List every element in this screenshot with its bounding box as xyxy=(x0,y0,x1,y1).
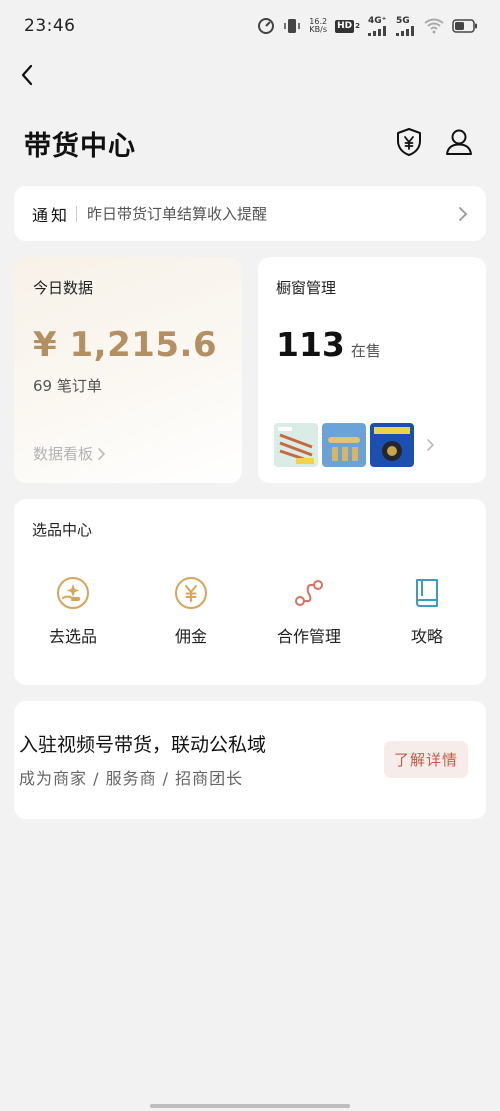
select-item-label: 攻略 xyxy=(410,627,443,646)
dashboard-link[interactable]: 数据看板 xyxy=(33,443,106,464)
net-speed-unit: KB/s xyxy=(309,25,327,34)
window-count: 113 在售 xyxy=(276,325,381,364)
select-item-label: 去选品 xyxy=(48,627,97,646)
profile-button[interactable] xyxy=(442,125,476,159)
signal-icon xyxy=(368,25,386,36)
window-title: 橱窗管理 xyxy=(276,279,337,297)
speedometer-icon xyxy=(257,17,275,35)
select-item-guide[interactable]: 攻略 xyxy=(368,575,486,647)
select-center-card: 选品中心 去选品 佣金 合作管理 攻略 xyxy=(14,499,486,685)
today-data-title: 今日数据 xyxy=(33,279,94,297)
signal-4g: 4G⁺ xyxy=(368,15,388,36)
chevron-right-icon xyxy=(426,438,435,452)
notice-bar[interactable]: 通知 昨日带货订单结算收入提醒 xyxy=(14,186,486,241)
select-item-label: 佣金 xyxy=(174,627,207,646)
shield-yuan-icon xyxy=(397,128,421,156)
status-icons: 16.2 KB/s HD 2 4G⁺ 5G xyxy=(257,15,478,36)
hd-sub: 2 xyxy=(355,21,360,30)
network-5g-label: 5G xyxy=(396,15,410,26)
net-speed: 16.2 KB/s xyxy=(309,18,327,34)
home-indicator[interactable] xyxy=(150,1104,350,1108)
wifi-icon xyxy=(424,18,444,34)
select-item-choose-products[interactable]: 去选品 xyxy=(14,575,132,647)
join-subtitle: 成为商家 / 服务商 / 招商团长 xyxy=(19,769,244,788)
select-item-label: 合作管理 xyxy=(276,627,341,646)
select-item-commission[interactable]: 佣金 xyxy=(132,575,250,647)
product-thumbnails xyxy=(274,423,435,467)
vibrate-icon xyxy=(283,17,301,35)
shield-button[interactable] xyxy=(392,125,426,159)
today-amount: ¥ 1,215.6 xyxy=(33,325,218,365)
hd-badge: HD xyxy=(335,19,355,33)
chevron-right-icon xyxy=(458,206,468,222)
window-management-card[interactable]: 橱窗管理 113 在售 xyxy=(258,257,486,483)
learn-more-button[interactable]: 了解详情 xyxy=(384,741,468,778)
chevron-right-icon xyxy=(98,447,106,460)
today-orders: 69 笔订单 xyxy=(33,377,102,395)
yuan-coin-icon xyxy=(173,575,209,611)
back-button[interactable] xyxy=(12,60,42,90)
battery-icon xyxy=(452,19,478,33)
hand-sparkle-icon xyxy=(55,575,91,611)
notice-divider xyxy=(76,205,78,222)
notice-text: 昨日带货订单结算收入提醒 xyxy=(87,205,268,223)
notice-label: 通知 xyxy=(32,205,71,225)
select-center-items: 去选品 佣金 合作管理 攻略 xyxy=(14,575,486,647)
status-bar: 23:46 16.2 KB/s HD 2 4G⁺ 5G xyxy=(0,0,500,52)
page-title: 带货中心 xyxy=(24,131,136,162)
book-icon xyxy=(409,575,445,611)
product-thumbnail[interactable] xyxy=(274,423,318,467)
user-icon xyxy=(446,129,472,155)
select-item-cooperation[interactable]: 合作管理 xyxy=(250,575,368,647)
signal-5g: 5G xyxy=(396,15,416,36)
product-thumbnail[interactable] xyxy=(370,423,414,467)
back-chevron-icon xyxy=(21,64,33,86)
window-count-number: 113 xyxy=(276,325,345,364)
product-thumbnail[interactable] xyxy=(322,423,366,467)
connection-icon xyxy=(291,575,327,611)
today-data-card[interactable]: 今日数据 ¥ 1,215.6 69 笔订单 数据看板 xyxy=(14,257,242,483)
hd-indicator: HD 2 xyxy=(335,19,360,33)
select-center-title: 选品中心 xyxy=(32,521,93,539)
network-4g-label: 4G⁺ xyxy=(368,15,387,26)
window-count-unit: 在售 xyxy=(350,342,381,360)
join-title: 入驻视频号带货，联动公私域 xyxy=(19,734,267,756)
dashboard-link-label: 数据看板 xyxy=(33,445,94,463)
status-time: 23:46 xyxy=(24,16,76,36)
